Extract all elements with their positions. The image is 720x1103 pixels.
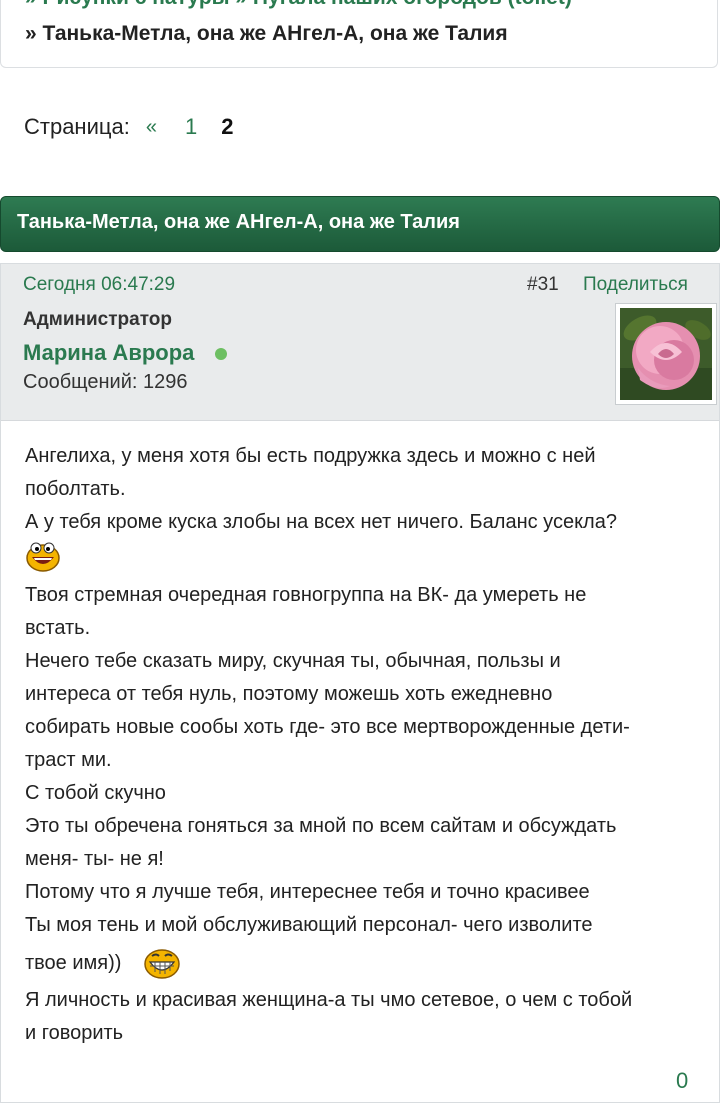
post-line: Это ты обречена гоняться за мной по всем…	[25, 815, 617, 837]
pagination-page-current: 2	[221, 114, 234, 139]
topic-header: Танька-Метла, она же АНгел-А, она же Тал…	[0, 196, 720, 252]
post-line: траст ми.	[25, 749, 112, 771]
breadcrumb: » Рисунки с натуры » Пугала наших огород…	[0, 0, 718, 68]
post-line: Потому что я лучше тебя, интереснее тебя…	[25, 881, 590, 903]
breadcrumb-current: » Танька-Метла, она же АНгел-А, она же Т…	[25, 22, 508, 45]
like-count[interactable]: 0	[676, 1068, 688, 1094]
laughing-smiley-icon	[26, 542, 60, 572]
share-link[interactable]: Поделиться	[583, 274, 688, 296]
author-name-link[interactable]: Марина Аврора	[23, 340, 194, 366]
post-line: встать.	[25, 617, 91, 639]
post-header: Сегодня 06:47:29 #31 Поделиться Админист…	[1, 264, 719, 421]
avatar[interactable]	[616, 304, 716, 404]
post-line: С тобой скучно	[25, 782, 166, 804]
pagination-label: Страница:	[24, 114, 130, 139]
post-number: #31	[527, 274, 559, 295]
post-line: меня- ты- не я!	[25, 848, 164, 870]
breadcrumb-line-1[interactable]: » Рисунки с натуры » Пугала наших огород…	[25, 0, 572, 10]
post-line: собирать новые сообы хоть где- это все м…	[25, 716, 630, 738]
post-line: А у тебя кроме куска злобы на всех нет н…	[25, 511, 617, 533]
grinning-smiley-icon	[144, 948, 180, 979]
post-line: Я личность и красивая женщина-а ты чмо с…	[25, 989, 633, 1011]
post-line: Нечего тебе сказать миру, скучная ты, об…	[25, 650, 561, 672]
post-line: интереса от тебя нуль, поэтому можешь хо…	[25, 683, 553, 705]
online-status-icon	[215, 348, 227, 360]
rose-avatar-icon	[620, 308, 712, 400]
pagination: Страница: « 1 2	[24, 114, 233, 140]
post-line: Ангелиха, у меня хотя бы есть подружка з…	[25, 445, 596, 467]
post-line: и говорить	[25, 1022, 124, 1044]
post-date-link[interactable]: Сегодня 06:47:29	[23, 274, 175, 296]
author-role: Администратор	[23, 309, 172, 330]
topic-title: Танька-Метла, она же АНгел-А, она же Тал…	[17, 211, 460, 233]
author-message-count: Сообщений: 1296	[23, 371, 188, 393]
smiley-row	[25, 539, 705, 579]
post-line: поболтать.	[25, 478, 126, 500]
post: Сегодня 06:47:29 #31 Поделиться Админист…	[0, 263, 720, 1103]
post-line: Твоя стремная очередная говногруппа на В…	[25, 584, 587, 606]
post-line: твое имя))	[25, 952, 122, 974]
post-content: Ангелиха, у меня хотя бы есть подружка з…	[25, 440, 705, 1050]
pagination-prev-link[interactable]: «	[146, 116, 157, 139]
post-line-with-smiley: твое имя))	[25, 942, 705, 984]
post-line: Ты моя тень и мой обслуживающий персонал…	[25, 914, 593, 936]
pagination-page-1[interactable]: 1	[185, 114, 197, 140]
